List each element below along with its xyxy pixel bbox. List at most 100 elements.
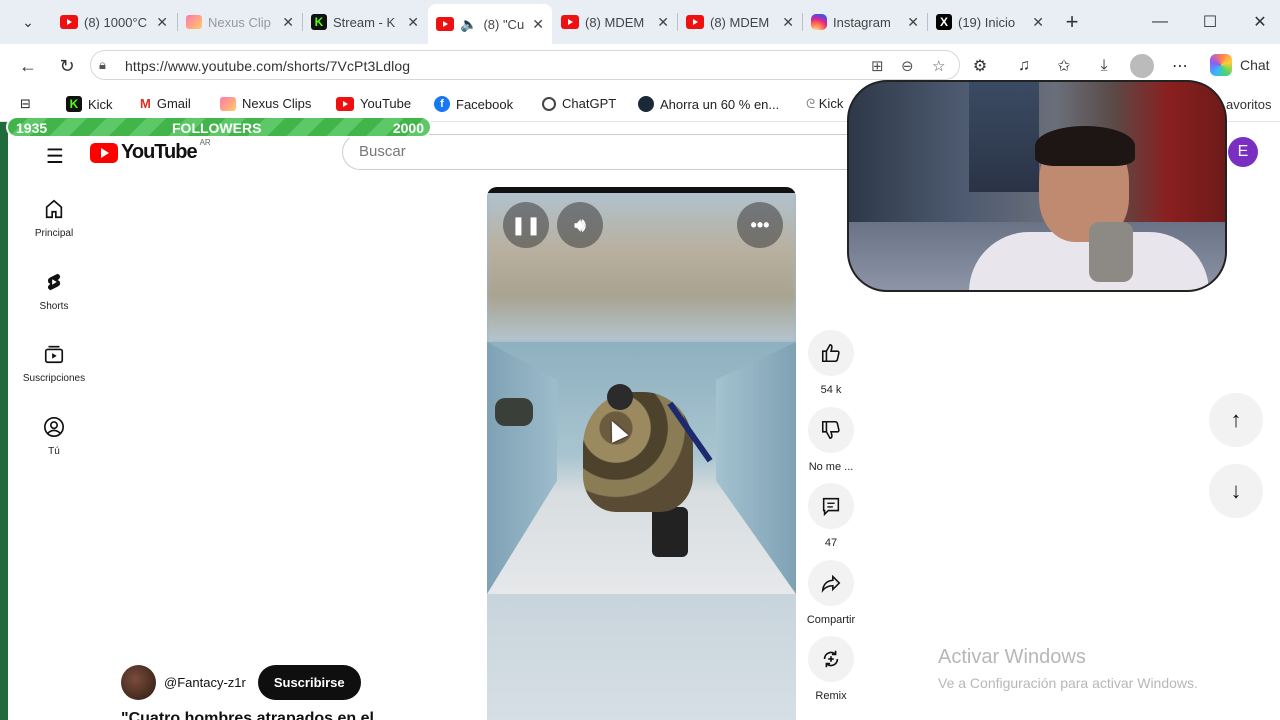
tab-youtube-mdem-1[interactable]: (8) MDEM ✕	[553, 6, 677, 38]
bookmark-kick[interactable]: K Kick	[66, 96, 113, 112]
youtube-play-icon	[90, 142, 118, 163]
close-icon[interactable]: ✕	[282, 14, 294, 31]
youtube-icon	[60, 15, 78, 29]
bookmark-gmail[interactable]: M Gmail	[140, 96, 191, 111]
tab-youtube-1000[interactable]: (8) 1000°C ✕	[52, 6, 176, 38]
address-bar[interactable]: 🔒︎ https://www.youtube.com/shorts/7VcPt3…	[90, 50, 960, 80]
kick-icon: K	[311, 14, 327, 30]
video-blur-bottom	[487, 594, 796, 720]
bookmark-facebook[interactable]: f Facebook	[434, 96, 513, 112]
subscriptions-icon	[8, 343, 100, 369]
search-placeholder: Buscar	[359, 143, 406, 160]
more-options-button[interactable]: •••	[737, 202, 783, 248]
close-icon[interactable]: ✕	[532, 16, 544, 33]
tab-x-inicio[interactable]: X (19) Inicio ✕	[928, 6, 1052, 38]
back-button[interactable]: ←	[14, 52, 42, 80]
sidebar-item-principal[interactable]: Principal	[8, 198, 100, 239]
facebook-icon: f	[434, 96, 450, 112]
lock-icon[interactable]: 🔒︎	[99, 57, 106, 73]
thumbs-down-icon	[808, 407, 854, 453]
tab-nexus-clip[interactable]: Nexus Clip ✕	[178, 6, 302, 38]
shorts-icon	[8, 271, 100, 297]
reading-view-icon[interactable]: ⊟	[20, 96, 31, 112]
comments-button[interactable]: 47	[804, 483, 858, 549]
tab-title: Nexus Clip	[208, 14, 271, 30]
instagram-icon	[811, 14, 827, 30]
close-icon[interactable]: ✕	[1032, 14, 1044, 31]
nexus-icon	[186, 15, 202, 29]
sidebar-item-shorts[interactable]: Shorts	[8, 271, 100, 312]
followers-goal: 2000	[392, 120, 424, 136]
video-title[interactable]: "Cuatro hombres atrapados en el	[121, 710, 374, 720]
zoom-icon[interactable]: ⊖	[901, 57, 914, 75]
search-input[interactable]: Buscar	[342, 134, 862, 170]
chat-button[interactable]: Chat	[1240, 57, 1270, 73]
chatgpt-icon	[542, 96, 556, 111]
favorites-icon[interactable]: ✩	[1052, 54, 1076, 78]
reload-button[interactable]: ↻	[53, 52, 81, 80]
tab-youtube-active[interactable]: 🔈 (8) "Cu ✕	[428, 4, 552, 44]
thumbs-up-icon	[808, 330, 854, 376]
previous-short-button[interactable]: ↑	[1209, 393, 1263, 447]
copilot-icon[interactable]	[1210, 54, 1232, 76]
profile-avatar[interactable]	[1130, 54, 1154, 78]
subscribe-button[interactable]: Suscribirse	[257, 665, 361, 700]
short-video-player[interactable]: ❚❚ 🔊︎ •••	[487, 187, 796, 720]
close-icon[interactable]: ✕	[156, 14, 168, 31]
more-options-icon[interactable]: ⋯	[1168, 54, 1192, 78]
bookmark-nexus-clips[interactable]: Nexus Clips	[220, 96, 311, 111]
channel-row: @Fantacy-z1r Suscribirse	[121, 665, 361, 700]
tab-youtube-mdem-2[interactable]: (8) MDEM ✕	[678, 6, 802, 38]
url-text[interactable]: https://www.youtube.com/shorts/7VcPt3Ldl…	[125, 58, 410, 74]
pause-button[interactable]: ❚❚	[503, 202, 549, 248]
bookmark-youtube[interactable]: YouTube	[336, 96, 411, 111]
dislike-button[interactable]: No me ...	[804, 407, 858, 473]
close-window-button[interactable]: ✕	[1240, 8, 1280, 36]
nexus-icon	[220, 96, 236, 111]
home-icon	[8, 198, 100, 224]
extensions-icon[interactable]: ⚙	[968, 54, 992, 78]
volume-button[interactable]: 🔊︎	[557, 202, 603, 248]
remix-button[interactable]: Remix	[804, 636, 858, 702]
maximize-button[interactable]: ☐	[1190, 8, 1230, 36]
channel-avatar[interactable]	[121, 665, 156, 700]
downloads-icon[interactable]: ⤓	[1092, 54, 1116, 78]
channel-handle[interactable]: @Fantacy-z1r	[164, 675, 246, 690]
next-short-button[interactable]: ↓	[1209, 464, 1263, 518]
sidebar-item-suscripciones[interactable]: Suscripciones	[8, 343, 100, 384]
bookmark-chatgpt[interactable]: ChatGPT	[542, 96, 616, 111]
youtube-icon	[436, 17, 454, 31]
youtube-icon	[336, 96, 354, 111]
media-control-icon[interactable]: ♫	[1012, 54, 1036, 78]
you-icon	[8, 416, 100, 442]
video-frame	[487, 342, 796, 594]
tab-kick-stream[interactable]: K Stream - K ✕	[303, 6, 427, 38]
tab-title: Stream - K	[333, 14, 396, 30]
bag-image	[495, 398, 533, 426]
tab-instagram[interactable]: Instagram ✕	[803, 6, 927, 38]
close-icon[interactable]: ✕	[407, 14, 419, 31]
youtube-logo[interactable]: YouTube AR	[90, 138, 211, 164]
tab-title: (8) MDEM	[585, 14, 645, 30]
like-button[interactable]: 54 k	[804, 330, 858, 396]
speaker-icon[interactable]: 🔈	[460, 16, 477, 33]
sidebar-item-tu[interactable]: Tú	[8, 416, 100, 457]
bookmark-steam[interactable]: Ahorra un 60 % en...	[638, 96, 779, 112]
close-icon[interactable]: ✕	[657, 14, 669, 31]
close-icon[interactable]: ✕	[907, 14, 919, 31]
new-tab-button[interactable]: +	[1058, 8, 1086, 36]
app-available-icon[interactable]: ⊞	[871, 57, 884, 75]
favorite-star-icon[interactable]: ☆	[932, 57, 945, 75]
share-button[interactable]: Compartir	[804, 560, 858, 626]
user-avatar[interactable]: E	[1228, 137, 1258, 167]
tab-title: (8) "Cu	[483, 16, 525, 32]
gmail-icon: M	[140, 96, 151, 111]
minimize-button[interactable]: —	[1140, 8, 1180, 36]
kick-icon: ᘓ	[806, 96, 819, 111]
menu-icon[interactable]: ☰	[46, 144, 64, 169]
bookmark-kick-2[interactable]: ᘓ Kick	[806, 96, 843, 112]
close-icon[interactable]: ✕	[782, 14, 794, 31]
tab-actions-menu-button[interactable]: ⌄	[8, 7, 48, 37]
other-favorites-folder[interactable]: avoritos	[1226, 97, 1272, 112]
comment-icon	[808, 483, 854, 529]
